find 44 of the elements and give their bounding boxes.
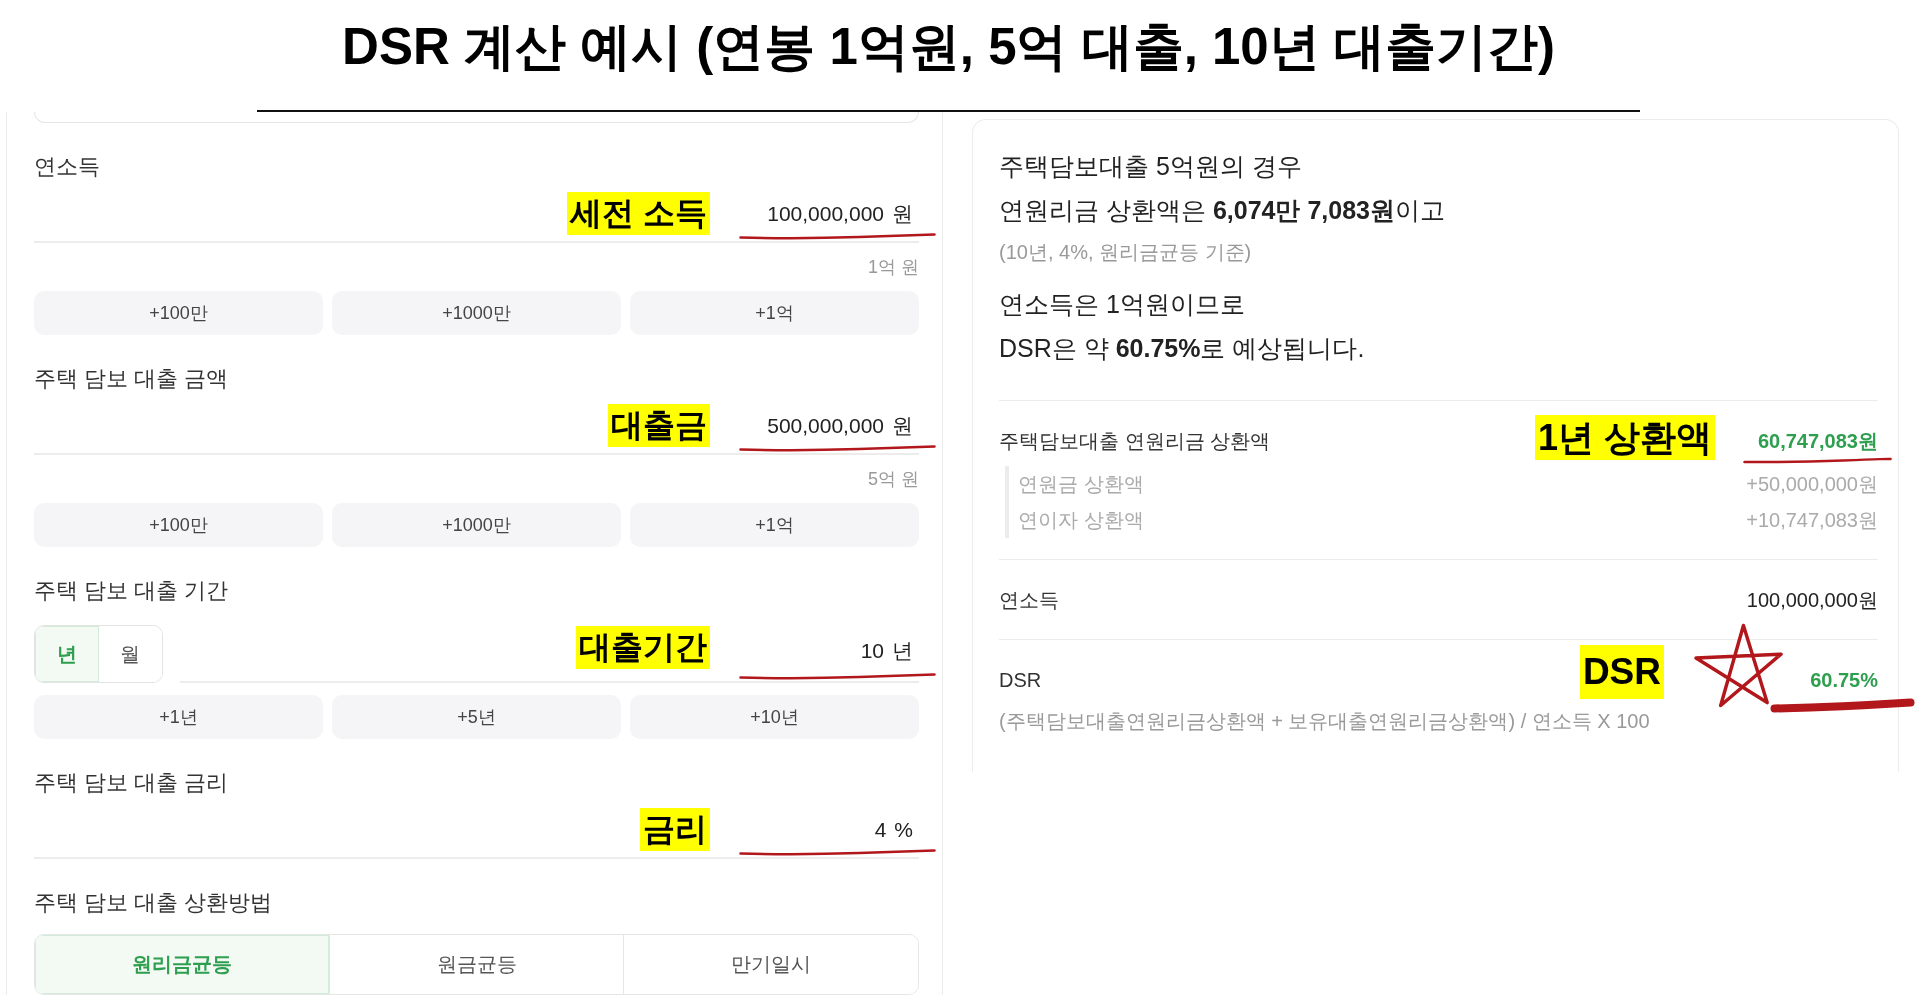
quick-add-button[interactable]: +1년 [34, 695, 323, 739]
row-label: DSR [999, 668, 1042, 692]
summary-text: 연소득은 1억원이므로 [999, 289, 1245, 320]
row-value: 60.75% [1810, 668, 1878, 692]
breakdown-label: 연원금 상환액 [1018, 472, 1144, 497]
row-value: 60,747,083원 [1757, 428, 1878, 454]
breakdown-value: +50,000,000원 [1746, 472, 1878, 497]
breakdown-value: +10,747,083원 [1746, 508, 1878, 533]
quick-add-button[interactable]: +1억 [630, 291, 919, 335]
breakdown-label: 연이자 상환액 [1018, 508, 1144, 533]
summary-text: 연원리금 상환액은 6,074만 7,083원이고 [999, 195, 1445, 226]
unit-label: 원 [892, 191, 919, 243]
amount-hint: 1억 원 [867, 256, 919, 279]
highlighted-note: 세전 소득 [567, 192, 710, 235]
formula-text: (주택담보대출연원리금상환액 + 보유대출연원리금상환액) / 연소득 X 100 [999, 709, 1650, 734]
quick-add-button[interactable]: +1000만 [332, 291, 621, 335]
amount-hint: 5억 원 [867, 468, 919, 491]
row-label: 연소득 [999, 587, 1059, 613]
field-label: 연소득 [34, 153, 100, 181]
row-label: 주택담보대출 연원리금 상환액 [999, 428, 1271, 454]
page-title: DSR 계산 예시 (연봉 1억원, 5억 대출, 10년 대출기간) [342, 18, 1555, 76]
field-label: 주택 담보 대출 기간 [34, 577, 229, 605]
highlighted-note: 금리 [640, 808, 710, 851]
summary-text: DSR은 약 60.75%로 예상됩니다. [999, 333, 1365, 364]
quick-add-button[interactable]: +10년 [630, 695, 919, 739]
unit-label: % [894, 807, 919, 859]
quick-add-button[interactable]: +1억 [630, 503, 919, 547]
field-label: 주택 담보 대출 금리 [34, 769, 229, 797]
quick-add-button[interactable]: +100만 [34, 291, 323, 335]
unit-label: 년 [892, 625, 919, 683]
highlighted-note: 대출금 [608, 404, 710, 447]
summary-text: 주택담보대출 5억원의 경우 [999, 151, 1302, 182]
row-value: 100,000,000원 [1746, 587, 1878, 613]
method-option[interactable]: 만기일시 [623, 935, 918, 994]
highlighted-note: 1년 상환액 [1534, 415, 1715, 460]
quick-add-button[interactable]: +5년 [332, 695, 621, 739]
highlighted-note: DSR [1579, 645, 1664, 699]
note-text: (10년, 4%, 원리금균등 기준) [999, 240, 1252, 265]
quick-add-button[interactable]: +100만 [34, 503, 323, 547]
field-label: 주택 담보 대출 금액 [34, 365, 229, 393]
highlighted-note: 대출기간 [576, 626, 710, 669]
quick-add-button[interactable]: +1000만 [332, 503, 621, 547]
field-label: 주택 담보 대출 상환방법 [34, 889, 273, 917]
unit-label: 원 [892, 403, 919, 455]
